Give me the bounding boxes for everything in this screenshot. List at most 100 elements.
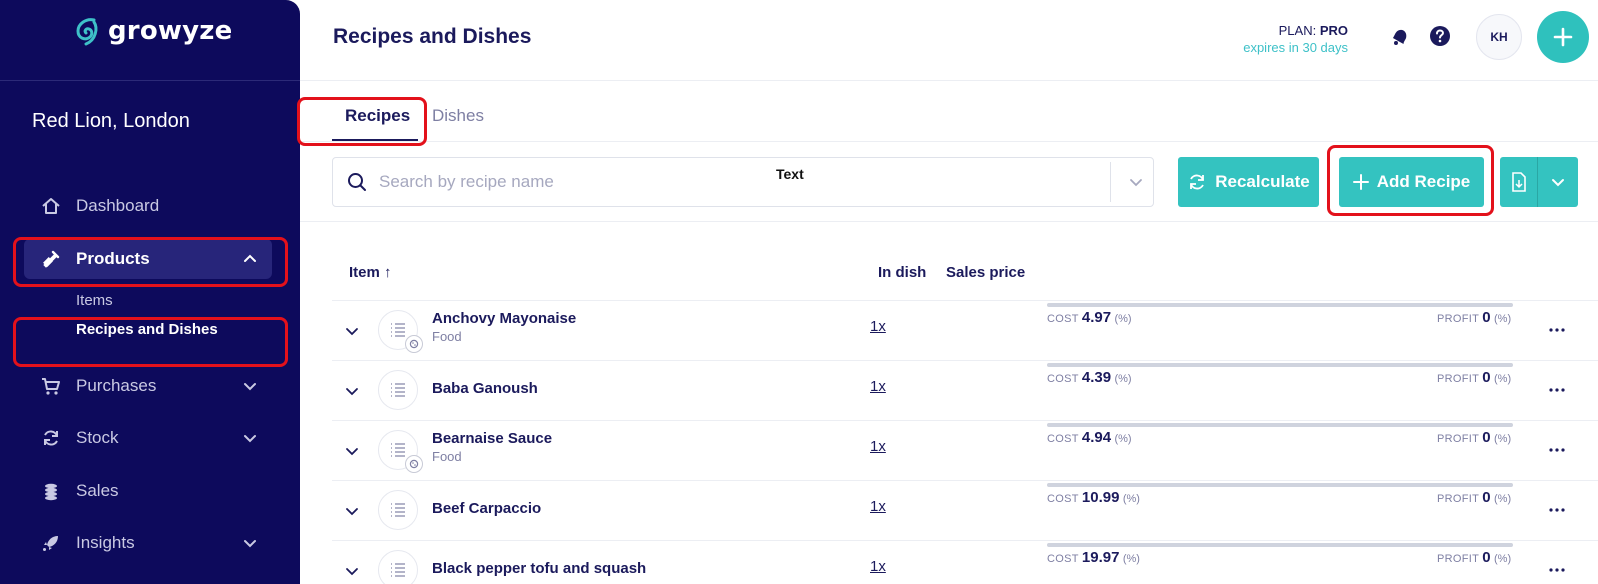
- sidebar-item-sales[interactable]: Sales: [24, 471, 272, 511]
- profit-percent: (%): [1494, 553, 1512, 565]
- cost-percent: (%): [1122, 553, 1140, 565]
- profit-amount: 0: [1482, 309, 1491, 326]
- quick-add-button[interactable]: [1537, 11, 1589, 63]
- recipe-name[interactable]: Bearnaise Sauce: [432, 430, 552, 447]
- cost-profit-bar: [1047, 423, 1513, 427]
- recalculate-button[interactable]: Recalculate: [1178, 157, 1319, 207]
- cost-amount: 4.97: [1081, 309, 1112, 326]
- more-options-icon[interactable]: [1548, 567, 1566, 573]
- cost-amount: 10.99: [1081, 489, 1120, 506]
- chevron-down-icon[interactable]: [242, 535, 258, 551]
- table-row[interactable]: Baba Ganoush 1x COST 4.39 (%) PROFIT 0 (…: [332, 360, 1598, 420]
- search-input[interactable]: [375, 159, 1065, 205]
- chevron-down-icon[interactable]: [344, 503, 360, 519]
- growyze-logo-icon: [76, 18, 98, 46]
- in-dish-link[interactable]: 1x: [870, 438, 886, 455]
- cost-value: COST 19.97 (%): [1047, 549, 1140, 566]
- search-separator: [1110, 162, 1111, 202]
- chevron-down-icon[interactable]: [344, 383, 360, 399]
- coins-icon: [40, 480, 62, 502]
- profit-value: PROFIT 0 (%): [1437, 309, 1511, 326]
- brand-name: growyze: [108, 16, 233, 46]
- cost-value: COST 4.94 (%): [1047, 429, 1132, 446]
- chevron-down-icon[interactable]: [344, 443, 360, 459]
- table-row[interactable]: Black pepper tofu and squash 1x COST 19.…: [332, 540, 1598, 584]
- cart-icon: [40, 375, 62, 397]
- more-options-icon[interactable]: [1548, 507, 1566, 513]
- highlight-products: [13, 237, 288, 287]
- profit-percent: (%): [1494, 493, 1512, 505]
- toolbar-divider: [300, 221, 1598, 222]
- cost-percent: (%): [1122, 493, 1140, 505]
- profit-value: PROFIT 0 (%): [1437, 429, 1511, 446]
- table-row[interactable]: Anchovy Mayonaise Food 1x COST 4.97 (%) …: [332, 300, 1598, 360]
- recipe-list-icon: [378, 550, 418, 584]
- recipe-name[interactable]: Beef Carpaccio: [432, 500, 541, 517]
- chevron-down-icon[interactable]: [344, 563, 360, 579]
- column-header-sales-price: Sales price: [946, 264, 1026, 281]
- cost-label: COST: [1047, 313, 1079, 325]
- sidebar-item-label: Stock: [76, 428, 119, 447]
- sidebar-item-dashboard[interactable]: Dashboard: [24, 186, 272, 226]
- brand-logo[interactable]: growyze: [72, 16, 232, 46]
- venue-name[interactable]: Red Lion, London: [32, 110, 190, 133]
- in-dish-link[interactable]: 1x: [870, 498, 886, 515]
- file-export-icon: [1511, 172, 1526, 192]
- table-row[interactable]: Bearnaise Sauce Food 1x COST 4.94 (%) PR…: [332, 420, 1598, 480]
- chevron-down-icon[interactable]: [242, 430, 258, 446]
- chevron-down-icon[interactable]: [344, 323, 360, 339]
- cost-label: COST: [1047, 553, 1079, 565]
- cost-value: COST 4.39 (%): [1047, 369, 1132, 386]
- sidebar-item-label: Insights: [76, 533, 135, 552]
- header-divider: [300, 80, 1598, 81]
- profit-amount: 0: [1482, 489, 1491, 506]
- bell-icon[interactable]: [1387, 24, 1411, 48]
- user-avatar[interactable]: KH: [1476, 14, 1522, 60]
- more-options-icon[interactable]: [1548, 387, 1566, 393]
- cost-profit-bar: [1047, 363, 1513, 367]
- recipe-name[interactable]: Anchovy Mayonaise: [432, 310, 576, 327]
- chevron-down-icon[interactable]: [1128, 174, 1144, 190]
- recipe-category: Food: [432, 449, 462, 464]
- profit-label: PROFIT: [1437, 553, 1479, 565]
- cost-profit-bar: [1047, 303, 1513, 307]
- recipe-list-icon: [378, 370, 418, 410]
- recipe-name[interactable]: Baba Ganoush: [432, 380, 538, 397]
- export-button[interactable]: [1500, 157, 1538, 207]
- more-options-icon[interactable]: [1548, 447, 1566, 453]
- cost-percent: (%): [1114, 373, 1132, 385]
- profit-value: PROFIT 0 (%): [1437, 369, 1511, 386]
- in-dish-link[interactable]: 1x: [870, 378, 886, 395]
- search-icon: [348, 173, 366, 191]
- column-header-in-dish: In dish: [878, 264, 927, 281]
- in-dish-link[interactable]: 1x: [870, 558, 886, 575]
- highlight-recipes-tab: [297, 97, 427, 146]
- sidebar-item-insights[interactable]: Insights: [24, 523, 272, 563]
- more-actions-dropdown[interactable]: [1538, 157, 1578, 207]
- tab-dishes[interactable]: Dishes: [432, 106, 484, 126]
- rocket-icon: [40, 532, 62, 554]
- chevron-down-icon: [1552, 179, 1564, 187]
- sidebar-item-purchases[interactable]: Purchases: [24, 366, 272, 406]
- cost-value: COST 10.99 (%): [1047, 489, 1140, 506]
- cost-label: COST: [1047, 433, 1079, 445]
- plan-info: PLAN: PRO expires in 30 days: [1243, 22, 1348, 56]
- help-icon[interactable]: [1428, 24, 1452, 48]
- chevron-down-icon[interactable]: [242, 378, 258, 394]
- search-box: [332, 157, 1154, 207]
- more-options-icon[interactable]: [1548, 327, 1566, 333]
- table-row[interactable]: Beef Carpaccio 1x COST 10.99 (%) PROFIT …: [332, 480, 1598, 540]
- column-header-item[interactable]: Item ↑: [349, 264, 392, 281]
- plan-name: PRO: [1319, 23, 1348, 38]
- cost-profit-bar: [1047, 543, 1513, 547]
- profit-value: PROFIT 0 (%): [1437, 489, 1511, 506]
- plan-prefix: PLAN:: [1278, 23, 1320, 38]
- cost-amount: 19.97: [1081, 549, 1120, 566]
- cost-amount: 4.39: [1081, 369, 1112, 386]
- in-dish-link[interactable]: 1x: [870, 318, 886, 335]
- profit-value: PROFIT 0 (%): [1437, 549, 1511, 566]
- recipe-name[interactable]: Black pepper tofu and squash: [432, 560, 646, 577]
- cost-label: COST: [1047, 493, 1079, 505]
- sidebar-item-stock[interactable]: Stock: [24, 418, 272, 458]
- sidebar-subitem-items[interactable]: Items: [76, 292, 113, 309]
